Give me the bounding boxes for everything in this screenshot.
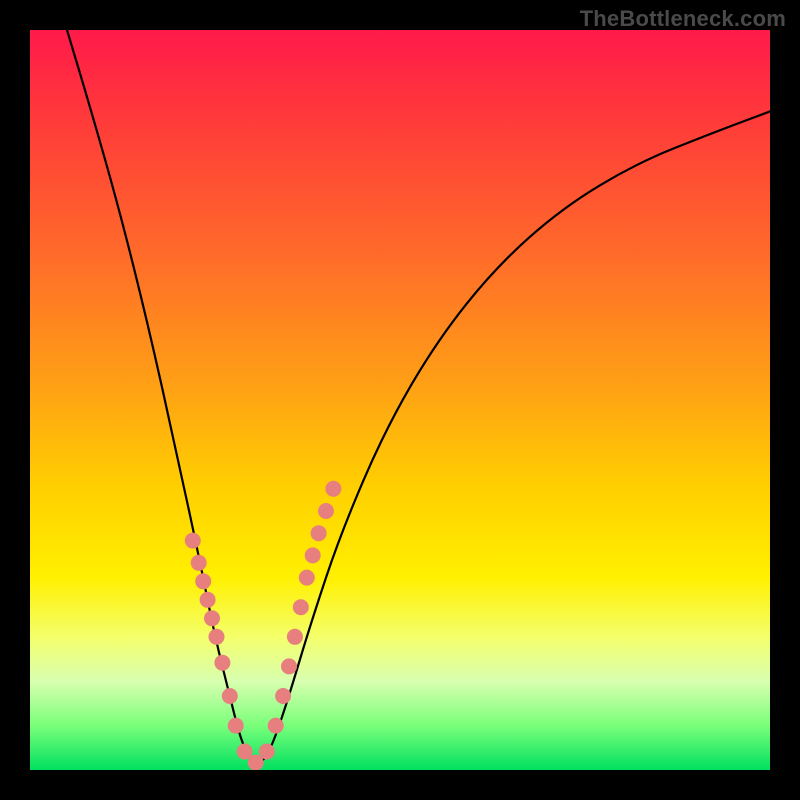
chart-svg: [30, 30, 770, 770]
chart-frame: TheBottleneck.com: [0, 0, 800, 800]
data-dot: [293, 599, 309, 615]
data-dot: [305, 547, 321, 563]
data-dot: [195, 573, 211, 589]
data-dot: [209, 629, 225, 645]
plot-area: [30, 30, 770, 770]
data-dot: [204, 610, 220, 626]
data-dot: [299, 570, 315, 586]
data-dot: [228, 718, 244, 734]
data-dot: [268, 718, 284, 734]
data-dot: [200, 592, 216, 608]
data-dot: [281, 658, 297, 674]
data-dot: [318, 503, 334, 519]
data-dot: [214, 655, 230, 671]
data-dot: [191, 555, 207, 571]
data-dot: [311, 525, 327, 541]
data-dot: [222, 688, 238, 704]
data-dot: [259, 744, 275, 760]
watermark-text: TheBottleneck.com: [580, 6, 786, 32]
data-dot: [185, 533, 201, 549]
bottleneck-curve: [67, 30, 770, 763]
data-dot: [325, 481, 341, 497]
dots-group: [185, 481, 342, 770]
data-dot: [275, 688, 291, 704]
data-dot: [287, 629, 303, 645]
